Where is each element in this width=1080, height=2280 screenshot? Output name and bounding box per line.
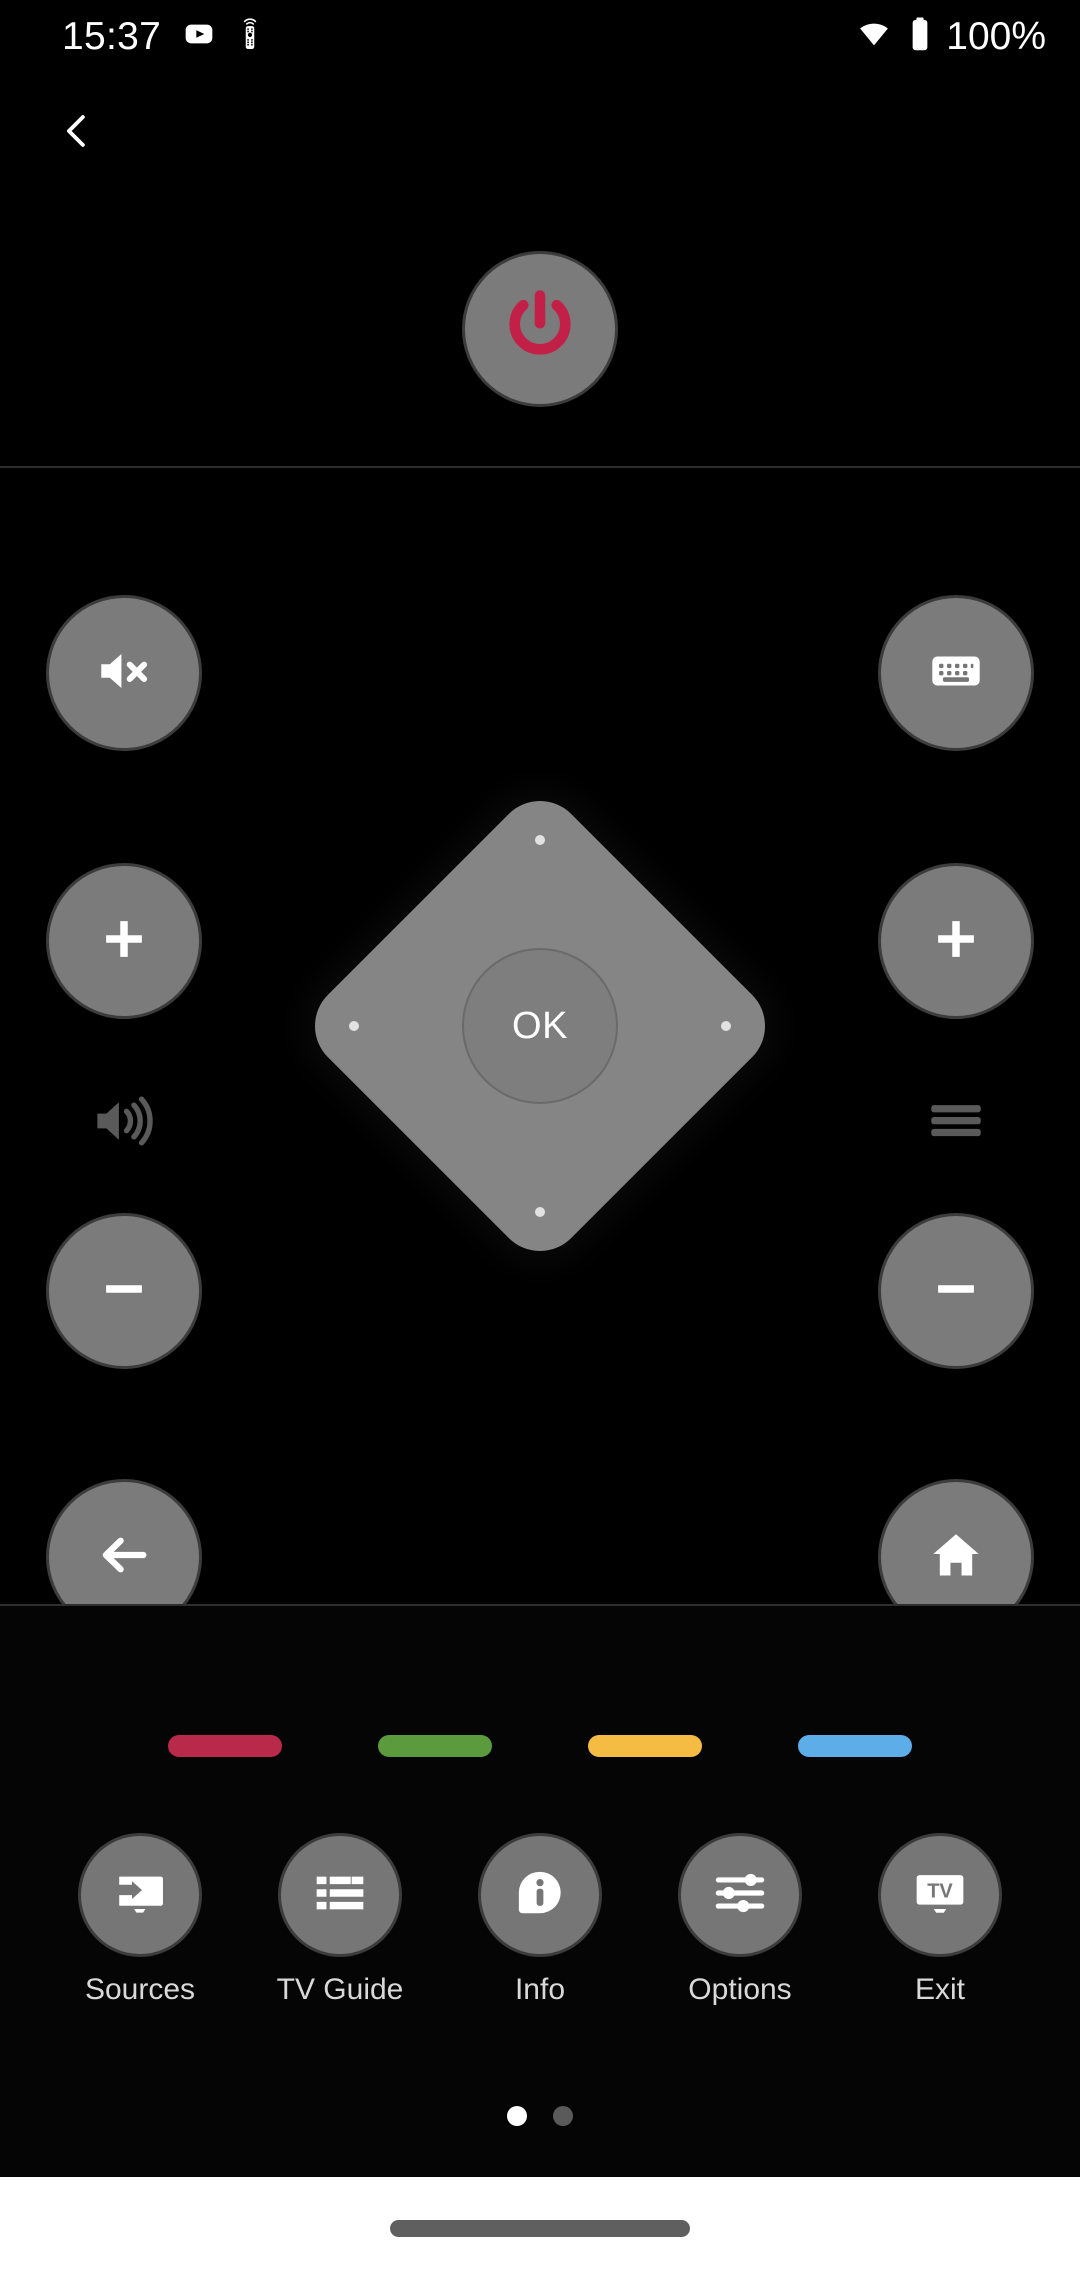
source-input-icon: [111, 1864, 169, 1927]
options-label: Options: [688, 1973, 792, 2006]
options-icon-circle: [678, 1833, 802, 1957]
tv-guide-label: TV Guide: [276, 1973, 404, 2006]
exit-label: Exit: [914, 1973, 965, 2006]
wifi-icon: [854, 18, 894, 55]
options-button[interactable]: Options: [668, 1833, 813, 2006]
youtube-icon: [183, 18, 215, 55]
gesture-handle[interactable]: [390, 2220, 690, 2237]
color-button-row: [0, 1726, 1080, 1766]
tv-guide-button[interactable]: TV Guide: [268, 1833, 413, 2006]
dpad-down-dot-icon: [535, 1207, 545, 1217]
exit-button[interactable]: TV Exit: [868, 1833, 1013, 2006]
sources-button[interactable]: Sources: [68, 1833, 213, 2006]
home-icon: [927, 1526, 985, 1589]
navigate-back-button[interactable]: [34, 90, 120, 176]
exit-icon-circle: TV: [878, 1833, 1002, 1957]
page-dot-2[interactable]: [553, 2106, 573, 2126]
color-button-green[interactable]: [378, 1735, 492, 1757]
page-dot-1[interactable]: [507, 2106, 527, 2126]
chevron-left-icon: [55, 109, 99, 158]
info-label: Info: [514, 1973, 566, 2006]
volume-indicator: [46, 1078, 202, 1168]
channel-up-button[interactable]: [878, 863, 1034, 1019]
battery-icon: [908, 16, 932, 57]
remote-control-screen: 15:37 100% OK Sources TV Guide Info Opti…: [0, 0, 1080, 2280]
info-icon: [513, 1866, 567, 1925]
color-button-blue[interactable]: [798, 1735, 912, 1757]
sliders-icon: [712, 1870, 768, 1921]
info-button[interactable]: Info: [468, 1833, 613, 2006]
power-section: [0, 192, 1080, 466]
battery-percent-label: 100%: [946, 14, 1046, 58]
arrow-left-icon: [95, 1526, 153, 1589]
remote-notification-icon: [237, 17, 263, 56]
tv-icon: TV: [911, 1868, 969, 1923]
ok-button[interactable]: OK: [462, 948, 618, 1104]
dpad-down-button[interactable]: [465, 1128, 615, 1248]
dpad-up-dot-icon: [535, 835, 545, 845]
power-icon: [499, 286, 581, 373]
dpad-left-dot-icon: [349, 1021, 359, 1031]
status-bar-right: 100%: [854, 16, 1046, 57]
dpad-right-button[interactable]: [642, 966, 762, 1116]
android-navigation-bar: [0, 2177, 1080, 2280]
color-button-yellow[interactable]: [588, 1735, 702, 1757]
dpad-up-button[interactable]: [465, 804, 615, 924]
plus-icon: [927, 910, 985, 973]
volume-up-button[interactable]: [46, 863, 202, 1019]
power-button[interactable]: [462, 251, 618, 407]
status-bar-left: 15:37: [62, 17, 263, 56]
channel-list-icon: [927, 1100, 985, 1147]
channel-down-button[interactable]: [878, 1213, 1034, 1369]
status-bar-clock: 15:37: [62, 14, 162, 58]
guide-list-icon: [312, 1871, 368, 1920]
volume-up-icon: [90, 1087, 158, 1160]
keyboard-icon: [927, 642, 985, 705]
status-bar: 15:37 100%: [0, 0, 1080, 72]
main-control-area: OK: [0, 468, 1080, 1635]
minus-icon: [927, 1260, 985, 1323]
plus-icon: [95, 910, 153, 973]
volume-mute-icon: [93, 640, 155, 707]
page-indicator: [0, 2106, 1080, 2126]
sources-label: Sources: [84, 1973, 196, 2006]
dpad-left-button[interactable]: [318, 966, 438, 1116]
volume-down-button[interactable]: [46, 1213, 202, 1369]
mute-button[interactable]: [46, 595, 202, 751]
minus-icon: [95, 1260, 153, 1323]
color-button-red[interactable]: [168, 1735, 282, 1757]
tv-guide-icon-circle: [278, 1833, 402, 1957]
bottom-panel: Sources TV Guide Info Options TV Exit: [0, 1606, 1080, 2177]
function-button-row: Sources TV Guide Info Options TV Exit: [0, 1833, 1080, 2006]
keyboard-button[interactable]: [878, 595, 1034, 751]
app-top-bar: [0, 72, 1080, 192]
info-icon-circle: [478, 1833, 602, 1957]
dpad: OK: [296, 782, 784, 1270]
svg-text:TV: TV: [927, 1880, 953, 1902]
sources-icon-circle: [78, 1833, 202, 1957]
dpad-right-dot-icon: [721, 1021, 731, 1031]
channel-indicator: [878, 1078, 1034, 1168]
